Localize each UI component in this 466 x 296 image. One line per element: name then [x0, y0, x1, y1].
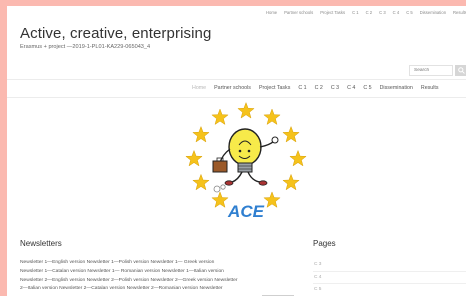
logo-star-icon — [282, 125, 300, 143]
newsletter-line: Newsletter 2—English version Newsletter … — [20, 277, 310, 286]
top-nav-item-c-3[interactable]: C 3 — [379, 10, 386, 15]
top-nav-item-c-2[interactable]: C 2 — [366, 10, 373, 15]
newsletter-link[interactable]: Newsletter — [199, 286, 222, 291]
nav-item-project-tasks[interactable]: Project Tasks — [259, 85, 290, 91]
nav-item-c-1[interactable]: C 1 — [298, 85, 306, 91]
page-link-c-5[interactable]: C 5 — [313, 284, 466, 296]
newsletter-line: Newsletter 1—English version Newsletter … — [20, 259, 310, 268]
top-nav-item-partner-schools[interactable]: Partner schools — [284, 10, 313, 15]
page-container: Home Partner schools Project Tasks C 1 C 2 C … — [7, 6, 466, 296]
site-title[interactable]: Active, creative, enterprising — [20, 25, 211, 42]
logo-star-icon — [211, 108, 229, 126]
newsletters-title: Newsletters — [20, 239, 62, 248]
pages-list: C 3C 4C 5C 1 — [313, 259, 466, 296]
newsletter-link[interactable]: Newsletter 2—Greek version — [150, 278, 213, 283]
logo-star-icon — [289, 149, 307, 167]
logo-star-icon — [263, 191, 281, 208]
nav-divider — [7, 97, 466, 98]
nav-item-c-4[interactable]: C 4 — [347, 85, 355, 91]
nav-item-c-3[interactable]: C 3 — [331, 85, 339, 91]
logo-star-icon — [185, 149, 203, 167]
newsletter-link[interactable]: Newsletter 1— Romanian version — [87, 269, 160, 274]
header-divider — [7, 79, 466, 80]
search-button[interactable] — [455, 65, 466, 76]
logo-star-icon — [211, 191, 229, 208]
newsletter-link[interactable]: Newsletter 2—English version — [20, 278, 85, 283]
newsletter-link[interactable]: Newsletter 1— Greek version — [150, 260, 214, 265]
nav-item-partner-schools[interactable]: Partner schools — [214, 85, 251, 91]
newsletter-link[interactable]: Newsletter 1—Catalan version — [20, 269, 86, 274]
logo-text: ACE — [227, 202, 265, 221]
logo-star-icon — [192, 173, 210, 191]
lightbulb-figure — [212, 128, 279, 193]
nav-item-home[interactable]: Home — [192, 85, 206, 91]
newsletter-line: 2—Italian version Newsletter 2—Catalan v… — [20, 285, 310, 294]
top-nav-item-c-5[interactable]: C 5 — [406, 10, 413, 15]
newsletters-list: Newsletter 1—English version Newsletter … — [20, 259, 310, 294]
newsletter-link[interactable]: Newsletter 1—Polish version — [87, 260, 150, 265]
nav-item-c-5[interactable]: C 5 — [363, 85, 371, 91]
newsletter-link[interactable]: Newsletter 2—Romanian version — [127, 286, 199, 291]
search-icon — [457, 67, 465, 74]
logo-star-icon — [237, 101, 255, 119]
nav-item-dissemination[interactable]: Dissemination — [380, 85, 413, 91]
nav-item-c-2[interactable]: C 2 — [315, 85, 323, 91]
top-nav-item-dissemination[interactable]: Dissemination — [420, 10, 446, 15]
top-navigation: Home Partner schools Project Tasks C 1 C 2 C … — [266, 10, 466, 15]
newsletter-link[interactable]: Newsletter 1—Italian version — [162, 269, 224, 274]
newsletter-link[interactable]: 2—Italian version — [20, 286, 58, 291]
main-navigation: Home Partner schools Project Tasks C 1 C 2 C … — [192, 85, 439, 91]
site-subtitle: Erasmus + project —2019-1-PL01-KA229-065… — [20, 44, 151, 50]
top-nav-item-results[interactable]: Results — [453, 10, 466, 15]
top-nav-item-home[interactable]: Home — [266, 10, 277, 15]
newsletter-link[interactable]: Newsletter — [214, 278, 237, 283]
top-nav-item-c-4[interactable]: C 4 — [393, 10, 400, 15]
pages-title: Pages — [313, 239, 336, 248]
top-nav-item-c-1[interactable]: C 1 — [352, 10, 359, 15]
ace-logo: ACE — [185, 101, 307, 221]
page-link-c-4[interactable]: C 4 — [313, 272, 466, 284]
newsletter-line: Newsletter 1—Catalan version Newsletter … — [20, 268, 310, 277]
logo-star-icon — [282, 173, 300, 191]
top-nav-item-project-tasks[interactable]: Project Tasks — [320, 10, 345, 15]
newsletter-link[interactable]: Newsletter 2—Catalan version — [59, 286, 125, 291]
logo-star-icon — [263, 108, 281, 126]
newsletter-link[interactable]: Newsletter 2—Polish version — [87, 278, 150, 283]
logo-star-icon — [192, 125, 210, 143]
newsletter-link[interactable]: Newsletter 1—English version — [20, 260, 85, 265]
page-link-c-3[interactable]: C 3 — [313, 259, 466, 272]
search-input[interactable] — [409, 65, 453, 76]
nav-item-results[interactable]: Results — [421, 85, 439, 91]
